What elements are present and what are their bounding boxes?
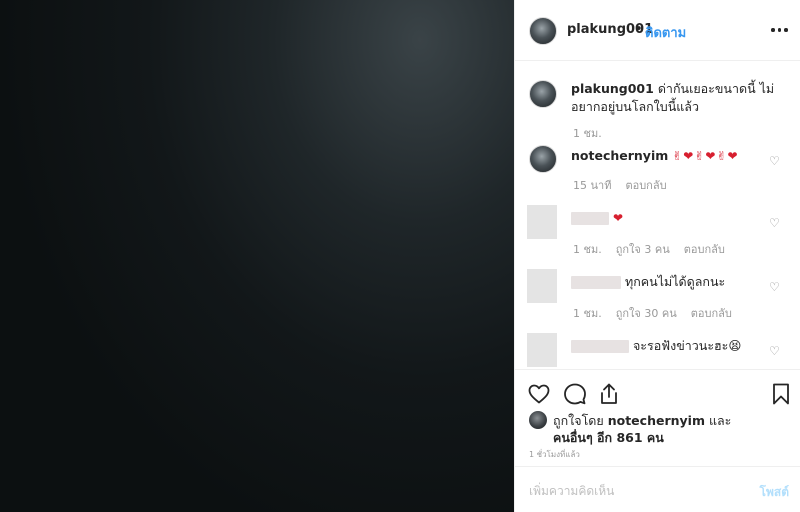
redacted-username bbox=[571, 340, 629, 353]
comment-text: ทุกคนไม่ได้ดูลกนะ bbox=[571, 273, 781, 291]
comment-time[interactable]: 1 ชม. bbox=[573, 240, 602, 258]
comment-text: ❤ bbox=[571, 209, 781, 227]
post-actions: ถูกใจโดย notechernyim และ คนอื่นๆ อีก 86… bbox=[515, 369, 800, 466]
comment-meta: 1 ชม. ถูกใจ 30 คน ตอบกลับ bbox=[573, 304, 732, 322]
comment-input[interactable] bbox=[529, 481, 729, 501]
comment-body: ทุกคนไม่ได้ดูลกนะ bbox=[624, 274, 726, 289]
caption-username[interactable]: plakung001 bbox=[571, 81, 654, 96]
reply-button[interactable]: ตอบกลับ bbox=[691, 304, 732, 322]
liker-avatar[interactable] bbox=[529, 411, 547, 429]
likes-middle: และ bbox=[708, 413, 732, 428]
redacted-username bbox=[571, 212, 609, 225]
reply-button[interactable]: ตอบกลับ bbox=[684, 240, 725, 258]
comment-like-heart-icon[interactable]: ♡ bbox=[769, 155, 781, 167]
comment-like-heart-icon[interactable]: ♡ bbox=[769, 217, 781, 229]
header-separator: • bbox=[635, 22, 643, 37]
comment-likes[interactable]: ถูกใจ 30 คน bbox=[616, 304, 677, 322]
more-icon[interactable] bbox=[771, 21, 789, 39]
redacted-avatar[interactable] bbox=[527, 333, 557, 367]
likes-others[interactable]: คนอื่นๆ อีก 861 คน bbox=[553, 430, 664, 445]
post-side-panel: plakung001 • ติดตาม plakung001 ด่ากันเยอ… bbox=[514, 0, 800, 512]
author-avatar[interactable] bbox=[529, 17, 557, 45]
post-button[interactable]: โพสต์ bbox=[760, 483, 789, 502]
comment-meta: 1 ชม. ถูกใจ 3 คน ตอบกลับ bbox=[573, 240, 725, 258]
comment-text: จะรอฟังข่าวนะฮะ😫 bbox=[571, 337, 781, 355]
redacted-avatar[interactable] bbox=[527, 269, 557, 303]
comment-body: ✌❤✌❤✌❤ bbox=[672, 149, 739, 163]
likes-prefix: ถูกใจโดย bbox=[553, 413, 604, 428]
likes-summary: ถูกใจโดย notechernyim และ คนอื่นๆ อีก 86… bbox=[553, 412, 731, 446]
redacted-username bbox=[571, 276, 621, 289]
post-header: plakung001 • ติดตาม bbox=[515, 0, 800, 61]
comment-body: ❤ bbox=[612, 211, 625, 225]
share-icon[interactable] bbox=[597, 382, 621, 406]
comment-body: จะรอฟังข่าวนะฮะ😫 bbox=[632, 338, 742, 353]
comment-avatar[interactable] bbox=[529, 145, 557, 173]
comment-composer: โพสต์ bbox=[515, 466, 800, 512]
comment-text: notechernyim ✌❤✌❤✌❤ bbox=[571, 147, 781, 165]
reply-button[interactable]: ตอบกลับ bbox=[625, 176, 666, 194]
heart-icon[interactable] bbox=[527, 382, 551, 406]
comment-like-heart-icon[interactable]: ♡ bbox=[769, 281, 781, 293]
follow-button[interactable]: ติดตาม bbox=[645, 22, 686, 43]
comment-likes[interactable]: ถูกใจ 3 คน bbox=[616, 240, 670, 258]
redacted-avatar[interactable] bbox=[527, 205, 557, 239]
caption-text: plakung001 ด่ากันเยอะขนาดนี้ ไม่อยากอยู่… bbox=[571, 80, 781, 116]
caption-time[interactable]: 1 ชม. bbox=[573, 124, 602, 142]
comment-meta: 15 นาที ตอบกลับ bbox=[573, 176, 667, 194]
caption-meta: 1 ชม. bbox=[573, 124, 602, 142]
likes-user[interactable]: notechernyim bbox=[608, 413, 705, 428]
bookmark-icon[interactable] bbox=[769, 382, 793, 406]
comment-username[interactable]: notechernyim bbox=[571, 148, 668, 163]
comment-time[interactable]: 15 นาที bbox=[573, 176, 611, 194]
comment-like-heart-icon[interactable]: ♡ bbox=[769, 345, 781, 357]
comment-time[interactable]: 1 ชม. bbox=[573, 304, 602, 322]
caption-avatar[interactable] bbox=[529, 80, 557, 108]
post-time[interactable]: 1 ชั่วโมงที่แล้ว bbox=[529, 448, 580, 461]
comments-list[interactable]: plakung001 ด่ากันเยอะขนาดนี้ ไม่อยากอยู่… bbox=[515, 61, 800, 369]
comment-icon[interactable] bbox=[563, 382, 587, 406]
post-image[interactable] bbox=[0, 0, 514, 512]
